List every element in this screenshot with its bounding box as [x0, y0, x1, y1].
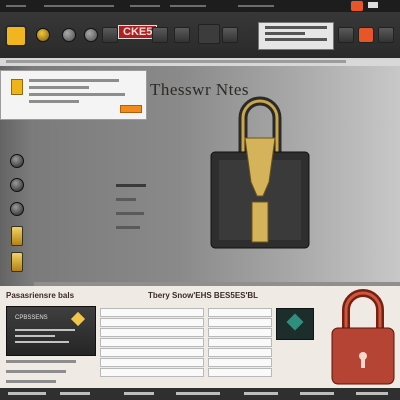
tool-button[interactable] [152, 27, 168, 43]
close-window-button[interactable] [350, 0, 364, 12]
tool-round-button[interactable] [62, 28, 76, 42]
text-field[interactable] [208, 368, 272, 377]
info-card[interactable]: CPBSSENS [6, 306, 96, 356]
badge-icon [11, 79, 23, 95]
tool-button[interactable] [222, 27, 238, 43]
rail-icon[interactable] [10, 202, 24, 216]
label-line [116, 198, 136, 201]
text-field[interactable] [208, 358, 272, 367]
rail-icon[interactable] [10, 178, 24, 192]
tool-round-button[interactable] [84, 28, 98, 42]
action-button[interactable] [120, 105, 142, 113]
text-field[interactable] [208, 318, 272, 327]
minimize-button[interactable] [368, 2, 378, 8]
label-line [116, 184, 146, 187]
diamond-icon [70, 311, 86, 327]
padlock-icon[interactable] [5, 25, 27, 47]
title-bar-text [44, 5, 114, 7]
padlock-icon [210, 96, 310, 249]
card-title: CPBSSENS [15, 315, 48, 321]
title-bar-text [170, 5, 206, 7]
section-subtitle: Tbery Snow'EHS BES5ES'BL [148, 291, 259, 300]
title-bar-text [130, 5, 160, 7]
text-field[interactable] [208, 338, 272, 347]
text-field[interactable] [100, 308, 204, 317]
tool-button[interactable] [378, 27, 394, 43]
info-panel[interactable] [0, 70, 147, 120]
padlock-icon [331, 289, 395, 385]
field-label [6, 360, 76, 363]
text-field[interactable] [100, 358, 204, 367]
text-field[interactable] [208, 348, 272, 357]
text-field[interactable] [100, 318, 204, 327]
status-bar [0, 388, 400, 400]
window-controls[interactable] [6, 5, 26, 7]
gold-tool-icon[interactable] [36, 28, 50, 42]
section-title: Pasasriensre bals [6, 291, 75, 300]
gold-token-icon[interactable] [11, 226, 23, 246]
text-field[interactable] [100, 348, 204, 357]
folder-icon[interactable] [198, 24, 220, 44]
triangle-icon [286, 313, 304, 331]
gold-token-icon[interactable] [11, 252, 23, 272]
rail-icon[interactable] [10, 154, 24, 168]
tool-button[interactable] [338, 27, 354, 43]
toolbar: CKE5 [0, 0, 400, 59]
field-label [6, 370, 66, 373]
preview-tile[interactable] [276, 308, 314, 340]
tool-button[interactable] [174, 27, 190, 43]
tool-button[interactable] [102, 27, 118, 43]
title-bar-text [238, 5, 274, 7]
text-field[interactable] [100, 338, 204, 347]
text-field[interactable] [208, 328, 272, 337]
text-field[interactable] [208, 308, 272, 317]
dropdown-panel[interactable] [258, 22, 334, 50]
label-line [116, 212, 144, 215]
label-line [116, 226, 140, 229]
alert-button[interactable] [358, 27, 374, 43]
text-field[interactable] [100, 328, 204, 337]
field-label [6, 380, 56, 383]
text-field[interactable] [100, 368, 204, 377]
